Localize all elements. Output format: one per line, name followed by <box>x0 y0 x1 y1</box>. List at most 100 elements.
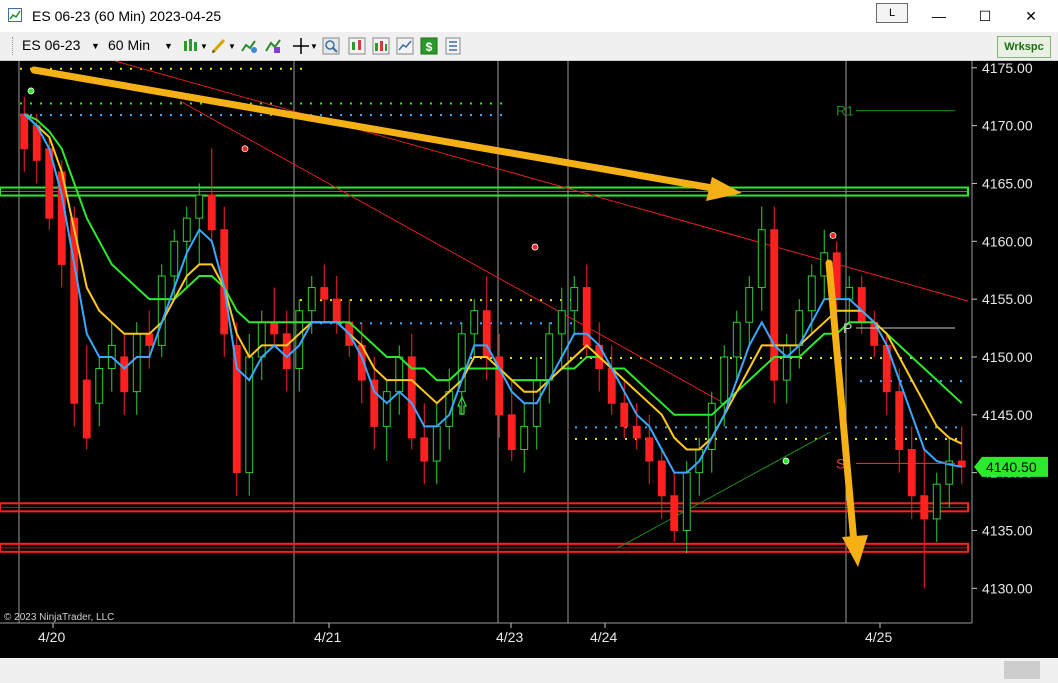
date-label: 4/25 <box>865 629 892 645</box>
tick-marker <box>130 102 132 105</box>
tick-marker <box>950 356 952 359</box>
chart-panel[interactable]: R1 P S 4175.00 4170.00 4165.00 4160.00 4155.00… <box>0 60 1058 658</box>
data-series-icon[interactable] <box>348 37 366 55</box>
tick-marker <box>390 114 392 117</box>
price-chart[interactable]: R1PS 4175.004170.004165.004160.004155.00… <box>0 60 1058 658</box>
instrument-dropdown-icon[interactable]: ▼ <box>91 41 100 51</box>
tick-marker <box>500 114 502 117</box>
tick-marker <box>935 437 937 440</box>
chart-style-icon[interactable] <box>372 37 390 55</box>
tick-marker <box>745 426 747 429</box>
tick-marker <box>470 299 472 302</box>
tick-marker <box>905 426 907 429</box>
dollar-icon[interactable]: $ <box>420 37 438 55</box>
candle-down <box>320 287 329 300</box>
bar-style-icon[interactable] <box>182 37 200 55</box>
drawing-tool-icon[interactable] <box>210 37 228 55</box>
tick-marker <box>150 67 152 70</box>
tick-marker <box>795 437 797 440</box>
drawing-dropdown-icon[interactable]: ▼ <box>228 42 236 51</box>
close-button[interactable]: ✕ <box>1008 0 1054 32</box>
tick-marker <box>200 102 202 105</box>
tick-marker <box>730 356 732 359</box>
tick-marker <box>130 114 132 117</box>
strategy-icon[interactable] <box>264 37 282 55</box>
tick-marker <box>690 356 692 359</box>
tick-marker <box>705 426 707 429</box>
bar-style-dropdown-icon[interactable]: ▼ <box>200 42 208 51</box>
tick-marker <box>100 114 102 117</box>
price-label: 4145.00 <box>982 407 1033 423</box>
tick-marker <box>650 356 652 359</box>
tick-marker <box>80 102 82 105</box>
tick-marker <box>160 67 162 70</box>
tick-marker <box>390 299 392 302</box>
indicator-icon[interactable] <box>240 37 258 55</box>
tick-marker <box>300 299 302 302</box>
tick-marker <box>370 322 372 325</box>
tick-marker <box>280 102 282 105</box>
tick-marker <box>450 102 452 105</box>
workspace-button[interactable]: Wrkspc <box>997 36 1051 58</box>
tick-marker <box>685 426 687 429</box>
instrument-selector[interactable]: ES 06-23 <box>22 37 80 53</box>
tick-marker <box>520 299 522 302</box>
price-label: 4155.00 <box>982 291 1033 307</box>
tick-marker <box>805 437 807 440</box>
tick-marker <box>430 299 432 302</box>
tick-marker <box>360 299 362 302</box>
crosshair-dropdown-icon[interactable]: ▼ <box>310 42 318 51</box>
tick-marker <box>595 426 597 429</box>
candle-down <box>920 495 929 520</box>
tick-marker <box>875 437 877 440</box>
tick-marker <box>380 102 382 105</box>
tick-marker <box>340 102 342 105</box>
tick-marker <box>110 114 112 117</box>
tick-marker <box>160 114 162 117</box>
toolbar-grip[interactable] <box>12 37 15 55</box>
maximize-button[interactable]: ☐ <box>962 0 1008 32</box>
zoom-icon[interactable] <box>322 37 340 55</box>
horizontal-scrollbar[interactable] <box>0 658 1058 683</box>
tick-marker <box>80 67 82 70</box>
candle-down <box>20 113 29 150</box>
tick-marker <box>805 426 807 429</box>
candle-up <box>170 240 179 277</box>
crosshair-icon[interactable] <box>292 37 310 55</box>
tick-marker <box>120 102 122 105</box>
window-title-bar[interactable]: ES 06-23 (60 Min) 2023-04-25 L — ☐ ✕ <box>0 0 1058 32</box>
chart-trader-icon[interactable] <box>396 37 414 55</box>
chart-app-icon <box>8 8 22 22</box>
tick-marker <box>60 114 62 117</box>
tick-marker <box>855 426 857 429</box>
tick-marker <box>420 322 422 325</box>
interval-selector[interactable]: 60 Min <box>108 37 150 53</box>
tick-marker <box>480 114 482 117</box>
tick-marker <box>490 102 492 105</box>
properties-icon[interactable] <box>444 37 462 55</box>
tick-marker <box>735 426 737 429</box>
candle-down <box>670 495 679 531</box>
pivot-dot <box>829 232 837 239</box>
candle-down <box>895 391 904 450</box>
tick-marker <box>750 356 752 359</box>
interval-dropdown-icon[interactable]: ▼ <box>164 41 173 51</box>
tick-marker <box>860 380 862 383</box>
tick-marker <box>180 67 182 70</box>
scrollbar-thumb[interactable] <box>1004 661 1040 679</box>
tick-marker <box>180 102 182 105</box>
tick-marker <box>100 102 102 105</box>
tick-marker <box>40 102 42 105</box>
tick-marker <box>550 299 552 302</box>
tick-marker <box>815 426 817 429</box>
tick-marker <box>695 437 697 440</box>
tick-marker <box>870 356 872 359</box>
tick-marker <box>760 356 762 359</box>
tick-marker <box>480 102 482 105</box>
minimize-button[interactable]: — <box>916 0 962 32</box>
tick-marker <box>950 380 952 383</box>
tick-marker <box>685 437 687 440</box>
pivot-dot <box>782 457 790 465</box>
tick-marker <box>430 102 432 105</box>
link-button[interactable]: L <box>876 3 908 23</box>
